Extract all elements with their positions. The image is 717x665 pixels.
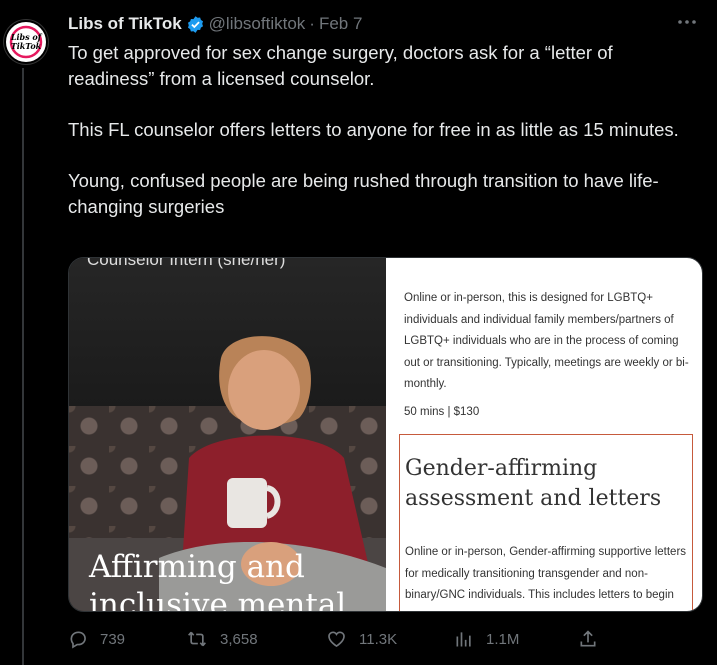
views-chart-icon (456, 632, 471, 647)
share-icon (580, 630, 596, 647)
tweet-date[interactable]: Feb 7 (319, 14, 362, 34)
avatar-text-line2: TikTok (11, 41, 42, 51)
service-title: Gender-affirming assessment and letters (405, 456, 662, 511)
like-button[interactable]: 11.3K (326, 622, 397, 656)
action-bar: 739 3,658 11.3K 1.1M (68, 622, 708, 656)
views-button[interactable]: 1.1M (454, 622, 519, 656)
media-photo[interactable]: Counselor Intern (she/her) Affirming and… (69, 258, 386, 611)
reply-icon (70, 631, 86, 649)
reply-button[interactable]: 739 (68, 622, 125, 656)
service-title-description: Online or in-person, Gender-affirming su… (405, 546, 687, 601)
service-price: 50 mins | $130 (404, 406, 480, 418)
display-name[interactable]: Libs of TikTok (68, 14, 182, 34)
tweet-text: To get approved for sex change surgery, … (68, 40, 698, 245)
photo-top-caption: Counselor Intern (she/her) (87, 258, 286, 269)
separator-dot: · (309, 14, 315, 33)
more-options-icon[interactable] (675, 12, 699, 32)
like-count: 11.3K (359, 630, 398, 648)
tweet-paragraph: This FL counselor offers letters to anyo… (68, 119, 679, 140)
tweet-paragraph: To get approved for sex change surgery, … (68, 42, 613, 89)
repost-button[interactable]: 3,658 (186, 622, 258, 656)
cut-off-heading (386, 258, 702, 262)
avatar[interactable]: Libs of TikTok (4, 20, 48, 64)
heart-icon (328, 631, 345, 648)
share-button[interactable] (578, 622, 610, 656)
media-screenshot[interactable]: Online or in-person, this is designed fo… (386, 258, 702, 611)
repost-count: 3,658 (220, 630, 258, 648)
handle[interactable]: @libsoftiktok (209, 14, 306, 34)
photo-big-caption: Affirming and inclusive mental (89, 549, 347, 611)
verified-badge-icon (186, 15, 205, 34)
repost-icon (188, 631, 206, 647)
view-count: 1.1M (486, 630, 520, 648)
tweet-header: Libs of TikTok @libsoftiktok · Feb 7 (68, 13, 362, 35)
service-description: Online or in-person, this is designed fo… (404, 292, 689, 390)
thread-line (22, 68, 24, 665)
tweet-media[interactable]: Counselor Intern (she/her) Affirming and… (68, 257, 703, 612)
tweet-paragraph: Young, confused people are being rushed … (68, 170, 659, 217)
reply-count: 739 (100, 630, 126, 648)
